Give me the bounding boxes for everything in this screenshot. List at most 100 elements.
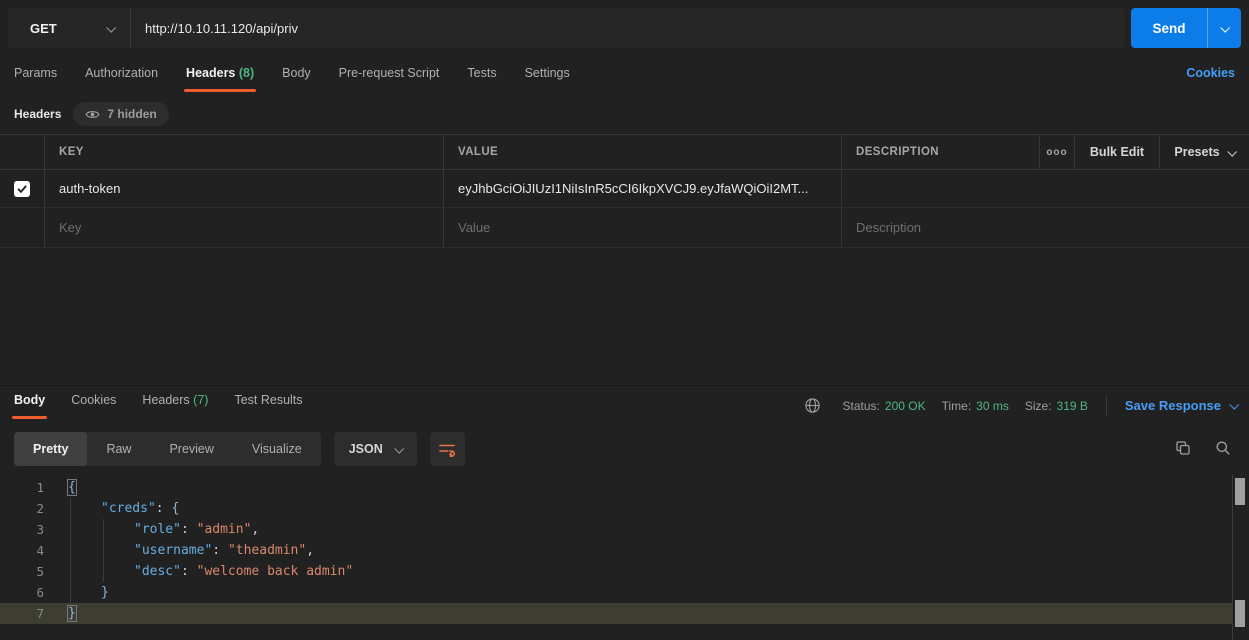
time-badge: 30 ms [976, 399, 1009, 413]
line-number: 3 [0, 522, 44, 537]
response-tab-cookies[interactable]: Cookies [71, 387, 116, 419]
header-key-cell[interactable]: auth-token [45, 170, 444, 207]
view-tab-raw[interactable]: Raw [87, 432, 150, 466]
wrap-text-button[interactable] [430, 432, 465, 466]
tab-params[interactable]: Params [14, 60, 57, 92]
column-header-key: KEY [45, 135, 444, 169]
status-badge: 200 OK [885, 399, 926, 413]
line-number: 7 [0, 606, 44, 621]
copy-icon [1175, 440, 1191, 456]
response-meta: Status: 200 OK Time: 30 ms Size: 319 B S… [804, 387, 1237, 424]
new-description-input[interactable]: Description [842, 208, 1249, 247]
code-line-highlighted: 7 } [0, 603, 1232, 624]
header-description-cell[interactable] [842, 170, 1249, 207]
send-options-button[interactable] [1208, 8, 1241, 48]
url-input[interactable]: http://10.10.11.120/api/priv [131, 8, 1125, 48]
code-line: 1 { [0, 477, 1232, 498]
line-number: 5 [0, 564, 44, 579]
scrollbar-thumb[interactable] [1235, 600, 1245, 627]
view-tab-preview[interactable]: Preview [150, 432, 232, 466]
code-line: 6 } [0, 582, 1232, 603]
postman-window: GET http://10.10.11.120/api/priv Send Pa… [0, 0, 1249, 640]
hidden-headers-toggle[interactable]: 7 hidden [73, 102, 168, 126]
tab-body[interactable]: Body [282, 60, 311, 92]
headers-count-badge: (8) [239, 66, 254, 80]
size-indicator: Size: 319 B [1025, 399, 1088, 413]
scrollbar-track[interactable] [1232, 475, 1233, 640]
method-selector[interactable]: GET [8, 8, 130, 48]
column-header-description: DESCRIPTION [842, 135, 1040, 169]
more-options-button[interactable]: ooo [1040, 135, 1075, 169]
tab-headers[interactable]: Headers (8) [186, 60, 254, 92]
more-options-icon: ooo [1046, 147, 1067, 158]
bulk-edit-button[interactable]: Bulk Edit [1075, 135, 1160, 169]
view-tab-visualize[interactable]: Visualize [233, 432, 321, 466]
headers-table: KEY VALUE DESCRIPTION ooo Bulk Edit Pres… [0, 134, 1249, 248]
divider [1106, 396, 1107, 416]
network-info-button[interactable] [804, 397, 821, 414]
code-line: 2 "creds": { [0, 498, 1232, 519]
scrollbar-thumb[interactable] [1235, 478, 1245, 505]
response-headers-count-badge: (7) [193, 393, 208, 407]
row-checkbox-checked[interactable] [14, 181, 30, 197]
table-row: auth-token eyJhbGciOiJIUzI1NiIsInR5cCI6I… [0, 170, 1249, 208]
new-value-input[interactable]: Value [444, 208, 842, 247]
select-all-cell [0, 135, 45, 169]
table-header-row: KEY VALUE DESCRIPTION ooo Bulk Edit Pres… [0, 134, 1249, 170]
wrap-text-icon [437, 441, 457, 457]
size-badge: 319 B [1057, 399, 1088, 413]
header-value-cell[interactable]: eyJhbGciOiJIUzI1NiIsInR5cCI6IkpXVCJ9.eyJ… [444, 170, 842, 207]
tab-authorization[interactable]: Authorization [85, 60, 158, 92]
chevron-down-icon [1220, 22, 1230, 32]
view-tab-pretty[interactable]: Pretty [14, 432, 87, 466]
request-tabs: Params Authorization Headers (8) Body Pr… [14, 60, 1235, 94]
url-text: http://10.10.11.120/api/priv [145, 21, 298, 36]
code-line: 3 "role": "admin", [0, 519, 1232, 540]
line-number: 1 [0, 480, 44, 495]
response-tabs: Body Cookies Headers (7) Test Results [14, 387, 303, 424]
send-button-group: Send [1131, 8, 1241, 48]
headers-title: Headers [14, 107, 61, 121]
globe-icon [804, 397, 821, 414]
send-button[interactable]: Send [1131, 8, 1207, 48]
line-number: 6 [0, 585, 44, 600]
response-tab-test-results[interactable]: Test Results [234, 387, 302, 419]
check-icon [16, 183, 28, 195]
line-number: 4 [0, 543, 44, 558]
chevron-down-icon [1229, 400, 1239, 410]
format-label: JSON [349, 442, 383, 456]
line-number: 2 [0, 501, 44, 516]
response-actions [1175, 440, 1231, 456]
method-label: GET [30, 21, 57, 36]
row-checkbox-cell [0, 170, 45, 207]
cookies-link[interactable]: Cookies [1186, 60, 1235, 80]
chevron-down-icon [394, 443, 404, 453]
status-indicator: Status: 200 OK [843, 399, 926, 413]
response-view-bar: Pretty Raw Preview Visualize JSON [14, 432, 465, 466]
chevron-down-icon [106, 22, 116, 32]
search-button[interactable] [1215, 440, 1231, 456]
tab-tests[interactable]: Tests [467, 60, 496, 92]
response-tab-headers[interactable]: Headers (7) [142, 387, 208, 419]
chevron-down-icon [1227, 146, 1237, 156]
tab-settings[interactable]: Settings [525, 60, 570, 92]
response-tab-body[interactable]: Body [14, 387, 45, 419]
row-checkbox-cell [0, 208, 45, 247]
view-mode-tabs: Pretty Raw Preview Visualize [14, 432, 321, 466]
eye-icon [85, 109, 100, 120]
request-url-bar: GET http://10.10.11.120/api/priv [8, 8, 1125, 48]
code-line: 5 "desc": "welcome back admin" [0, 561, 1232, 582]
new-key-input[interactable]: Key [45, 208, 444, 247]
section-divider [0, 385, 1249, 386]
format-selector[interactable]: JSON [334, 432, 417, 466]
presets-dropdown[interactable]: Presets [1160, 135, 1249, 169]
search-icon [1215, 440, 1231, 456]
time-indicator: Time: 30 ms [942, 399, 1009, 413]
table-row-new: Key Value Description [0, 208, 1249, 248]
column-header-value: VALUE [444, 135, 842, 169]
save-response-button[interactable]: Save Response [1125, 398, 1237, 413]
code-line: 4 "username": "theadmin", [0, 540, 1232, 561]
tab-pre-request-script[interactable]: Pre-request Script [339, 60, 440, 92]
copy-button[interactable] [1175, 440, 1191, 456]
hidden-count-label: 7 hidden [107, 107, 156, 121]
